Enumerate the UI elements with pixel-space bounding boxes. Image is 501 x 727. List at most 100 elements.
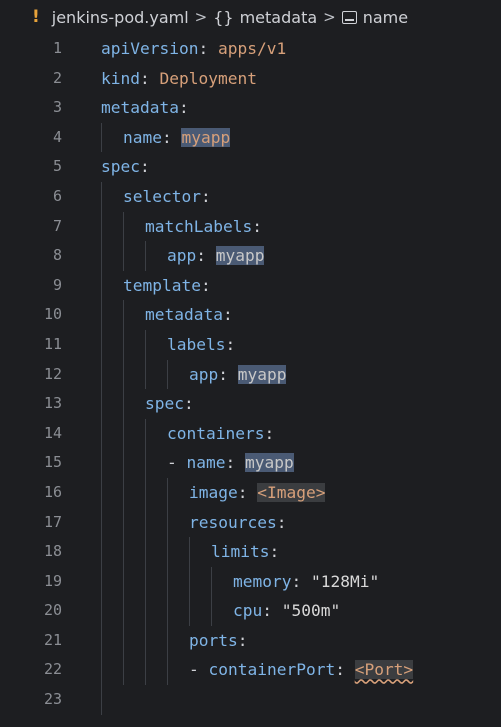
breadcrumb: ! jenkins-pod.yaml > {} metadata > name	[0, 0, 501, 34]
breadcrumb-metadata[interactable]: metadata	[240, 8, 318, 27]
indent-guide	[145, 566, 167, 597]
symbol-string-icon	[341, 10, 357, 24]
code-editor[interactable]: ! jenkins-pod.yaml > {} metadata > name …	[0, 0, 501, 727]
indent-guide	[101, 596, 123, 626]
code-line: 10 metadata:	[0, 300, 501, 330]
indent-guide	[145, 329, 167, 360]
yaml-value: Deployment	[159, 68, 257, 88]
yaml-key: metadata	[145, 305, 223, 325]
indent-guide	[123, 359, 145, 390]
yaml-key: cpu	[233, 601, 263, 621]
code-line: 16 image: <Image>	[0, 477, 501, 508]
colon: :	[269, 542, 280, 562]
indent-guide	[167, 655, 189, 685]
yaml-key: limits	[211, 542, 270, 562]
indent-guide	[145, 596, 167, 626]
colon: :	[237, 482, 248, 502]
yaml-key: containers	[167, 423, 265, 443]
code-line: 15 - name: myapp	[0, 448, 501, 478]
string-value: "128Mi"	[310, 571, 380, 591]
yaml-file-icon: !	[32, 7, 40, 27]
colon: :	[183, 394, 194, 414]
code-line: 9 template:	[0, 270, 501, 301]
colon: :	[335, 660, 345, 680]
indent-guide	[123, 477, 145, 508]
colon: :	[225, 453, 236, 473]
indent-guide	[145, 418, 167, 449]
colon: :	[222, 305, 233, 325]
line-number: 13	[43, 394, 62, 413]
line-number: 3	[52, 98, 62, 117]
yaml-key: app	[167, 246, 197, 266]
line-number: 8	[52, 246, 62, 265]
yaml-key: image	[189, 482, 238, 502]
indent-guide	[167, 625, 189, 656]
string-value: "500m"	[281, 601, 341, 621]
line-number: 14	[43, 423, 62, 442]
indent-guide	[101, 122, 123, 153]
colon: :	[161, 127, 172, 147]
colon: :	[196, 246, 206, 266]
line-number: 2	[52, 68, 62, 87]
line-number: 19	[43, 571, 62, 590]
line-number: 20	[43, 601, 62, 620]
indent-guide	[101, 181, 123, 212]
line-number: 21	[43, 630, 62, 649]
code-line: 6 selector:	[0, 181, 501, 212]
colon: :	[291, 571, 302, 591]
indent-guide	[123, 596, 145, 626]
code-line: 22 - containerPort: <Port>	[0, 655, 501, 685]
indent-guide	[189, 566, 211, 597]
indent-guide	[167, 537, 189, 567]
indent-guide	[123, 211, 145, 242]
indent-guide	[101, 418, 123, 449]
yaml-key: kind	[101, 68, 140, 88]
indent-guide	[101, 625, 123, 656]
colon: :	[198, 39, 209, 58]
line-number: 18	[43, 542, 62, 561]
colon: :	[264, 423, 275, 443]
yaml-key: ports	[189, 630, 238, 650]
yaml-key: matchLabels	[145, 216, 253, 236]
indent-guide	[123, 655, 145, 685]
indent-guide	[101, 566, 123, 597]
colon: :	[139, 157, 150, 177]
code-line: 5 spec:	[0, 152, 501, 182]
list-dash: -	[167, 453, 177, 473]
colon: :	[178, 98, 189, 118]
indent-guide	[167, 507, 189, 538]
indent-guide	[145, 655, 167, 685]
breadcrumb-name[interactable]: name	[363, 8, 408, 27]
indent-guide	[145, 537, 167, 567]
code-area[interactable]: 1 apiVersion: apps/v1 2 kind: Deployment 3…	[0, 34, 501, 715]
breadcrumb-file[interactable]: jenkins-pod.yaml	[52, 8, 189, 27]
indent-guide	[123, 448, 145, 478]
yaml-key: spec	[101, 157, 140, 177]
line-number: 15	[43, 453, 62, 472]
code-line: 3 metadata:	[0, 93, 501, 123]
indent-guide	[167, 359, 189, 390]
indent-guide	[123, 625, 145, 656]
indent-guide	[145, 359, 167, 390]
indent-guide	[123, 507, 145, 538]
indent-guide	[101, 507, 123, 538]
yaml-key: metadata	[101, 98, 179, 118]
yaml-key: containerPort	[208, 660, 336, 680]
indent-guide	[189, 537, 211, 567]
line-number: 10	[43, 305, 62, 324]
yaml-key: template	[123, 275, 201, 295]
highlighted-value: myapp	[244, 453, 294, 473]
indent-guide	[101, 359, 123, 390]
code-line: 1 apiVersion: apps/v1	[0, 34, 501, 64]
list-dash: -	[189, 660, 199, 680]
code-line: 21 ports:	[0, 625, 501, 656]
code-line: 19 memory: "128Mi"	[0, 566, 501, 597]
indent-guide	[123, 241, 145, 271]
indent-guide	[101, 241, 123, 271]
indent-guide	[101, 300, 123, 330]
indent-guide	[101, 655, 123, 685]
indent-guide	[167, 596, 189, 626]
indent-guide	[123, 389, 145, 419]
indent-guide	[211, 566, 233, 597]
line-number: 23	[43, 690, 62, 709]
